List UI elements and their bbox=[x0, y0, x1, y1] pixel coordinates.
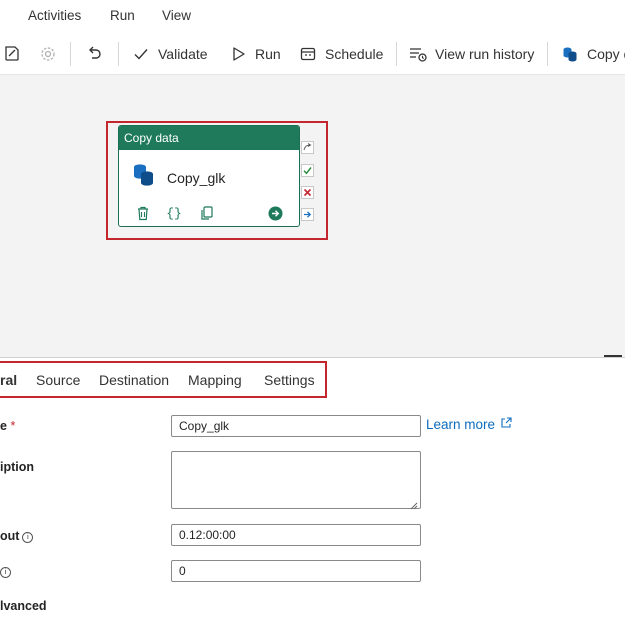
run-label: Run bbox=[255, 46, 281, 62]
save-button[interactable] bbox=[2, 34, 22, 74]
info-icon: i bbox=[22, 532, 34, 543]
advanced-section-label: lvanced bbox=[0, 599, 47, 613]
activity-type-header: Copy data bbox=[119, 126, 299, 150]
save-icon bbox=[2, 44, 22, 64]
name-label-text: e bbox=[0, 419, 7, 433]
menu-activities[interactable]: Activities bbox=[28, 8, 81, 23]
copy-data-icon bbox=[560, 44, 580, 64]
description-input[interactable] bbox=[171, 451, 421, 509]
name-input[interactable] bbox=[171, 415, 421, 437]
settings-button[interactable] bbox=[38, 34, 58, 74]
retry-input[interactable] bbox=[171, 560, 421, 582]
view-run-history-label: View run history bbox=[435, 46, 535, 62]
code-braces-icon[interactable]: {} bbox=[166, 205, 182, 221]
timeout-label-text: out bbox=[0, 529, 20, 543]
schedule-label: Schedule bbox=[325, 46, 384, 62]
timeout-input[interactable] bbox=[171, 524, 421, 546]
history-list-icon bbox=[408, 44, 428, 64]
duplicate-icon[interactable] bbox=[199, 205, 215, 221]
calendar-icon bbox=[298, 44, 318, 64]
info-icon: i bbox=[0, 567, 11, 578]
activity-actions: {} bbox=[135, 205, 295, 221]
database-copy-icon bbox=[131, 162, 157, 193]
name-label: e * bbox=[0, 419, 15, 433]
timeout-label: out i bbox=[0, 529, 34, 543]
copy-data-button[interactable]: Copy d bbox=[560, 34, 625, 74]
delete-icon[interactable] bbox=[135, 205, 151, 221]
description-label: iption bbox=[0, 460, 35, 474]
run-button[interactable]: Run bbox=[228, 34, 281, 74]
toolbar-divider bbox=[547, 42, 548, 66]
activity-name: Copy_glk bbox=[167, 169, 226, 186]
splitter-grip[interactable] bbox=[604, 355, 622, 357]
external-link-icon bbox=[500, 417, 512, 432]
play-icon bbox=[228, 44, 248, 64]
tabs-highlight bbox=[0, 361, 327, 398]
menu-run[interactable]: Run bbox=[110, 8, 135, 23]
toolbar-divider bbox=[118, 42, 119, 66]
undo-icon bbox=[84, 44, 104, 64]
success-check-icon[interactable] bbox=[301, 164, 314, 177]
checkmark-icon bbox=[131, 44, 151, 64]
view-run-history-button[interactable]: View run history bbox=[408, 34, 534, 74]
retry-label: i bbox=[0, 564, 11, 578]
toolbar: Validate Run Schedule View run history C… bbox=[0, 34, 625, 75]
toolbar-divider bbox=[396, 42, 397, 66]
learn-more-link[interactable]: Learn more bbox=[426, 417, 512, 432]
resize-grip-icon[interactable] bbox=[410, 497, 418, 510]
copy-data-label: Copy d bbox=[587, 46, 625, 62]
go-arrow-icon[interactable] bbox=[267, 205, 283, 221]
completion-arrow-icon[interactable] bbox=[301, 208, 314, 221]
schedule-button[interactable]: Schedule bbox=[298, 34, 383, 74]
toolbar-divider bbox=[70, 42, 71, 66]
menu-bar: Activities Run View bbox=[0, 0, 625, 34]
menu-view[interactable]: View bbox=[162, 8, 191, 23]
gear-icon bbox=[38, 44, 58, 64]
activity-body: Copy_glk bbox=[131, 162, 225, 193]
failure-x-icon[interactable] bbox=[301, 186, 314, 199]
undo-button[interactable] bbox=[84, 34, 104, 74]
required-mark: * bbox=[10, 419, 16, 433]
redirect-icon[interactable] bbox=[301, 141, 314, 154]
learn-more-text: Learn more bbox=[426, 417, 496, 432]
copy-data-activity[interactable]: Copy data Copy_glk {} bbox=[118, 125, 300, 227]
validate-button[interactable]: Validate bbox=[131, 34, 208, 74]
validate-label: Validate bbox=[158, 46, 208, 62]
